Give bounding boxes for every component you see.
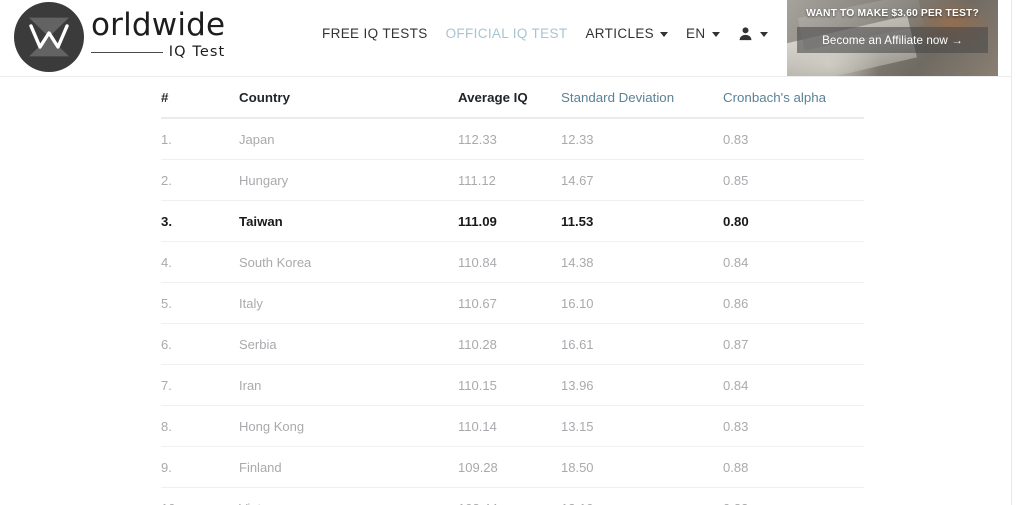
standard-deviation-cell: 14.67 <box>561 159 723 201</box>
column-header-standard-deviation[interactable]: Standard Deviation <box>561 77 723 119</box>
logo-divider <box>91 51 163 53</box>
average-iq-cell: 110.67 <box>458 282 561 324</box>
cronbachs-alpha-cell: 0.83 <box>723 487 864 505</box>
country-iq-ranking-table: # Country Average IQ Standard Deviation … <box>161 77 864 505</box>
column-header-average-iq: Average IQ <box>458 77 561 119</box>
chevron-down-icon <box>759 32 768 37</box>
cronbachs-alpha-cell: 0.84 <box>723 364 864 406</box>
nav-label-free-iq-tests: FREE IQ TESTS <box>322 26 428 41</box>
average-iq-cell: 110.28 <box>458 323 561 365</box>
standard-deviation-cell: 16.10 <box>561 282 723 324</box>
table-header-row: # Country Average IQ Standard Deviation … <box>161 77 864 119</box>
country-cell: Serbia <box>239 323 458 365</box>
rank-cell: 8. <box>161 405 239 447</box>
nav-item-free-iq-tests[interactable]: FREE IQ TESTS <box>322 26 437 41</box>
table-header: # Country Average IQ Standard Deviation … <box>161 77 864 119</box>
nav-item-language[interactable]: EN <box>677 26 728 41</box>
average-iq-cell: 112.33 <box>458 118 561 160</box>
logo-subtitle: IQ Test <box>168 44 226 60</box>
column-header-rank: # <box>161 77 239 119</box>
country-cell: Italy <box>239 282 458 324</box>
average-iq-cell: 111.12 <box>458 159 561 201</box>
table-row[interactable]: 5. Italy 110.67 16.10 0.86 <box>161 282 864 324</box>
user-icon <box>739 27 751 41</box>
cronbachs-alpha-cell: 0.86 <box>723 282 864 324</box>
nav-item-official-iq-test[interactable]: OFFICIAL IQ TEST <box>437 26 577 41</box>
standard-deviation-cell: 13.15 <box>561 405 723 447</box>
table-row[interactable]: 3. Taiwan 111.09 11.53 0.80 <box>161 200 864 242</box>
country-cell: Iran <box>239 364 458 406</box>
rank-cell: 9. <box>161 446 239 488</box>
nav-label-articles: ARTICLES <box>585 26 655 41</box>
rank-cell: 3. <box>161 200 239 242</box>
table-row[interactable]: 4. South Korea 110.84 14.38 0.84 <box>161 241 864 283</box>
cronbachs-alpha-cell: 0.84 <box>723 241 864 283</box>
affiliate-banner[interactable]: WANT TO MAKE $3.60 PER TEST? Become an A… <box>787 0 998 76</box>
table-row[interactable]: 1. Japan 112.33 12.33 0.83 <box>161 118 864 160</box>
nav-item-articles[interactable]: ARTICLES <box>576 26 677 41</box>
average-iq-cell: 108.44 <box>458 487 561 505</box>
table-body: 1. Japan 112.33 12.33 0.83 2. Hungary 111.12 14.… <box>161 118 864 505</box>
site-logo[interactable]: orldwide IQ Test <box>14 2 225 72</box>
average-iq-cell: 111.09 <box>458 200 561 242</box>
column-header-cronbachs-alpha[interactable]: Cronbach's alpha <box>723 77 864 119</box>
table-row[interactable]: 7. Iran 110.15 13.96 0.84 <box>161 364 864 406</box>
country-cell: Hong Kong <box>239 405 458 447</box>
average-iq-cell: 110.15 <box>458 364 561 406</box>
standard-deviation-cell: 12.33 <box>561 118 723 160</box>
nav-label-official-iq-test: OFFICIAL IQ TEST <box>445 26 568 41</box>
nav-item-account[interactable] <box>729 26 777 41</box>
logo-wordmark: orldwide IQ Test <box>91 10 225 64</box>
average-iq-cell: 110.84 <box>458 241 561 283</box>
banner-headline: WANT TO MAKE $3.60 PER TEST? <box>806 8 979 19</box>
nav-label-language: EN <box>686 26 706 41</box>
standard-deviation-cell: 13.10 <box>561 487 723 505</box>
site-header: orldwide IQ Test FREE IQ TESTS OFFICIAL … <box>0 0 1011 77</box>
country-cell: Vietnam <box>239 487 458 505</box>
country-cell: Japan <box>239 118 458 160</box>
column-header-country: Country <box>239 77 458 119</box>
logo-word: orldwide <box>91 7 226 43</box>
ranking-table-area: # Country Average IQ Standard Deviation … <box>0 77 1011 505</box>
rank-cell: 5. <box>161 282 239 324</box>
cronbachs-alpha-cell: 0.83 <box>723 118 864 160</box>
rank-cell: 2. <box>161 159 239 201</box>
standard-deviation-cell: 18.50 <box>561 446 723 488</box>
standard-deviation-cell: 13.96 <box>561 364 723 406</box>
chevron-down-icon <box>711 32 720 37</box>
table-row[interactable]: 6. Serbia 110.28 16.61 0.87 <box>161 323 864 365</box>
rank-cell: 1. <box>161 118 239 160</box>
page-root: orldwide IQ Test FREE IQ TESTS OFFICIAL … <box>0 0 1024 505</box>
banner-cta-button[interactable]: Become an Affiliate now → <box>797 27 988 53</box>
country-cell: South Korea <box>239 241 458 283</box>
average-iq-cell: 110.14 <box>458 405 561 447</box>
standard-deviation-cell: 14.38 <box>561 241 723 283</box>
standard-deviation-cell: 11.53 <box>561 200 723 242</box>
logo-mark-icon <box>14 2 84 72</box>
country-cell: Hungary <box>239 159 458 201</box>
rank-cell: 7. <box>161 364 239 406</box>
table-row[interactable]: 10.Vietnam108.4413.100.83 <box>161 487 864 505</box>
logo-subline: IQ Test <box>91 44 225 60</box>
standard-deviation-cell: 16.61 <box>561 323 723 365</box>
cronbachs-alpha-cell: 0.85 <box>723 159 864 201</box>
chevron-down-icon <box>660 32 669 37</box>
page-right-gutter <box>1012 0 1024 505</box>
cronbachs-alpha-cell: 0.83 <box>723 405 864 447</box>
country-cell: Taiwan <box>239 200 458 242</box>
cronbachs-alpha-cell: 0.88 <box>723 446 864 488</box>
rank-cell: 4. <box>161 241 239 283</box>
table-row[interactable]: 8. Hong Kong 110.14 13.15 0.83 <box>161 405 864 447</box>
rank-cell: 6. <box>161 323 239 365</box>
country-cell: Finland <box>239 446 458 488</box>
main-navigation: FREE IQ TESTS OFFICIAL IQ TEST ARTICLES … <box>322 26 777 41</box>
average-iq-cell: 109.28 <box>458 446 561 488</box>
cronbachs-alpha-cell: 0.87 <box>723 323 864 365</box>
table-row[interactable]: 9. Finland 109.28 18.50 0.88 <box>161 446 864 488</box>
table-row[interactable]: 2. Hungary 111.12 14.67 0.85 <box>161 159 864 201</box>
logo-w-letter-icon <box>29 24 69 49</box>
cronbachs-alpha-cell: 0.80 <box>723 200 864 242</box>
rank-cell: 10. <box>161 487 239 505</box>
